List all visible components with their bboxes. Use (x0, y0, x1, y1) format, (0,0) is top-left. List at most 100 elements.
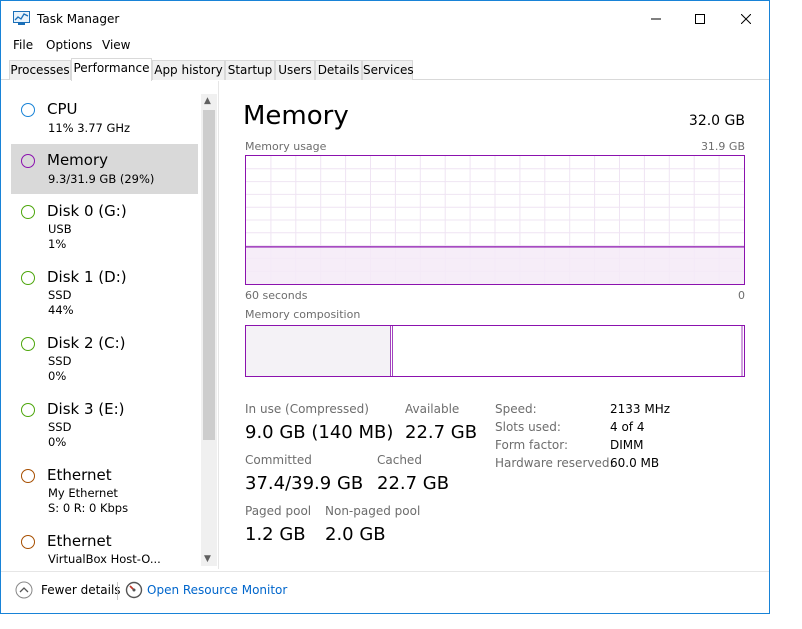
sidebar-item-detail: 0% (48, 369, 67, 383)
sidebar-item-label: Memory (47, 151, 109, 169)
memory-indicator-icon (21, 154, 35, 168)
sidebar-item-label: Disk 1 (D:) (47, 268, 127, 286)
form-factor-value: DIMM (610, 438, 644, 452)
disk-indicator-icon (21, 205, 35, 219)
scroll-down-icon[interactable]: ▼ (204, 554, 211, 564)
sidebar-item-detail: My Ethernet (48, 486, 118, 500)
cached-value: 22.7 GB (377, 473, 450, 494)
sidebar-item-memory[interactable]: Memory 9.3/31.9 GB (29%) (11, 144, 198, 194)
close-button[interactable] (723, 1, 769, 36)
tab-performance[interactable]: Performance (71, 58, 152, 81)
sidebar-scrollbar[interactable]: ▲ ▼ (201, 94, 217, 566)
total-memory: 32.0 GB (688, 113, 745, 129)
menu-options[interactable]: Options (46, 38, 92, 52)
form-factor-label: Form factor: (495, 438, 569, 452)
tab-processes[interactable]: Processes (9, 60, 71, 80)
window-title: Task Manager (37, 12, 120, 26)
memory-usage-chart (246, 156, 744, 284)
memory-usage-label: Memory usage (245, 140, 327, 153)
tab-details[interactable]: Details (315, 60, 362, 80)
slots-used-value: 4 of 4 (610, 420, 645, 434)
maximize-icon (695, 13, 705, 24)
cached-label: Cached (377, 453, 422, 467)
sidebar-item-ethernet-1[interactable]: Ethernet My Ethernet S: 0 R: 0 Kbps (11, 461, 198, 523)
committed-value: 37.4/39.9 GB (245, 473, 364, 494)
usage-area (246, 246, 744, 284)
ethernet-indicator-icon (21, 535, 35, 549)
ethernet-indicator-icon (21, 469, 35, 483)
menu-bar: File Options View (1, 36, 769, 56)
hardware-reserved-label: Hardware reserved: (495, 456, 614, 470)
sidebar-item-disk-0[interactable]: Disk 0 (G:) USB 1% (11, 197, 198, 259)
collapse-up-icon[interactable] (15, 581, 33, 599)
tab-users[interactable]: Users (275, 60, 315, 80)
sidebar-item-label: Disk 3 (E:) (47, 400, 125, 418)
tab-startup[interactable]: Startup (225, 60, 275, 80)
sidebar-item-label: Disk 0 (G:) (47, 202, 127, 220)
scrollbar-thumb[interactable] (203, 110, 215, 440)
title-bar[interactable]: Task Manager (1, 1, 769, 36)
in-use-label: In use (Compressed) (245, 402, 369, 416)
available-value: 22.7 GB (405, 422, 478, 443)
sidebar-item-detail: 0% (48, 435, 67, 449)
bottom-bar: Fewer details Open Resource Monitor (1, 571, 769, 611)
sidebar-item-ethernet-2[interactable]: Ethernet VirtualBox Host-O... (11, 527, 198, 569)
menu-file[interactable]: File (13, 38, 33, 52)
memory-usage-graph (245, 155, 745, 285)
scroll-up-icon[interactable]: ▲ (204, 96, 211, 106)
tab-app-history[interactable]: App history (152, 60, 225, 80)
non-paged-pool-label: Non-paged pool (325, 504, 421, 518)
time-axis-start: 60 seconds (245, 289, 308, 302)
available-label: Available (405, 402, 460, 416)
disk-indicator-icon (21, 403, 35, 417)
sidebar-item-cpu[interactable]: CPU 11% 3.77 GHz (11, 95, 198, 141)
sidebar-item-detail: 44% (48, 303, 74, 317)
paged-pool-value: 1.2 GB (245, 524, 306, 545)
committed-label: Committed (245, 453, 312, 467)
paged-pool-label: Paged pool (245, 504, 312, 518)
minimize-icon (651, 18, 661, 19)
memory-composition-chart (246, 326, 743, 376)
sidebar-item-disk-3[interactable]: Disk 3 (E:) SSD 0% (11, 395, 198, 457)
sidebar-item-detail: VirtualBox Host-O... (48, 552, 161, 566)
sidebar-item-detail: 1% (48, 237, 67, 251)
hardware-reserved-value: 60.0 MB (610, 456, 660, 470)
tab-services[interactable]: Services (362, 60, 414, 80)
disk-indicator-icon (21, 337, 35, 351)
sidebar-item-label: CPU (47, 100, 78, 118)
speed-value: 2133 MHz (610, 402, 671, 416)
memory-usage-max: 31.9 GB (700, 140, 745, 153)
minimize-button[interactable] (633, 1, 679, 36)
task-manager-window: Task Manager File Options View Processes… (0, 0, 770, 614)
menu-view[interactable]: View (102, 38, 130, 52)
sidebar-item-detail: SSD (48, 420, 72, 434)
sidebar-item-label: Ethernet (47, 466, 112, 484)
sidebar-item-detail: SSD (48, 354, 72, 368)
tab-strip: Processes Performance App history Startu… (1, 58, 769, 81)
in-use-value: 9.0 GB (140 MB) (245, 422, 394, 443)
sidebar-item-detail: 11% 3.77 GHz (48, 121, 131, 135)
sidebar-item-disk-1[interactable]: Disk 1 (D:) SSD 44% (11, 263, 198, 325)
resource-monitor-icon[interactable] (125, 581, 143, 599)
fewer-details-button[interactable]: Fewer details (41, 583, 121, 597)
time-axis-end: 0 (738, 289, 745, 302)
cpu-indicator-icon (21, 103, 35, 117)
in-use-segment (246, 326, 391, 376)
bottom-divider (117, 582, 118, 600)
maximize-button[interactable] (677, 1, 723, 36)
speed-label: Speed: (495, 402, 537, 416)
sidebar-item-label: Disk 2 (C:) (47, 334, 126, 352)
memory-composition-label: Memory composition (245, 308, 361, 321)
open-resource-monitor-link[interactable]: Open Resource Monitor (147, 583, 287, 597)
sidebar-item-disk-2[interactable]: Disk 2 (C:) SSD 0% (11, 329, 198, 391)
page-title: Memory (243, 101, 349, 131)
close-icon (741, 13, 751, 24)
task-manager-icon (13, 11, 30, 25)
sidebar-item-detail: 9.3/31.9 GB (29%) (48, 172, 155, 186)
performance-sidebar: CPU 11% 3.77 GHz Memory 9.3/31.9 GB (29%… (1, 81, 219, 569)
slots-used-label: Slots used: (495, 420, 561, 434)
non-paged-pool-value: 2.0 GB (325, 524, 386, 545)
sidebar-item-label: Ethernet (47, 532, 112, 550)
memory-composition-bar (245, 325, 745, 377)
sidebar-item-detail: S: 0 R: 0 Kbps (48, 501, 129, 515)
